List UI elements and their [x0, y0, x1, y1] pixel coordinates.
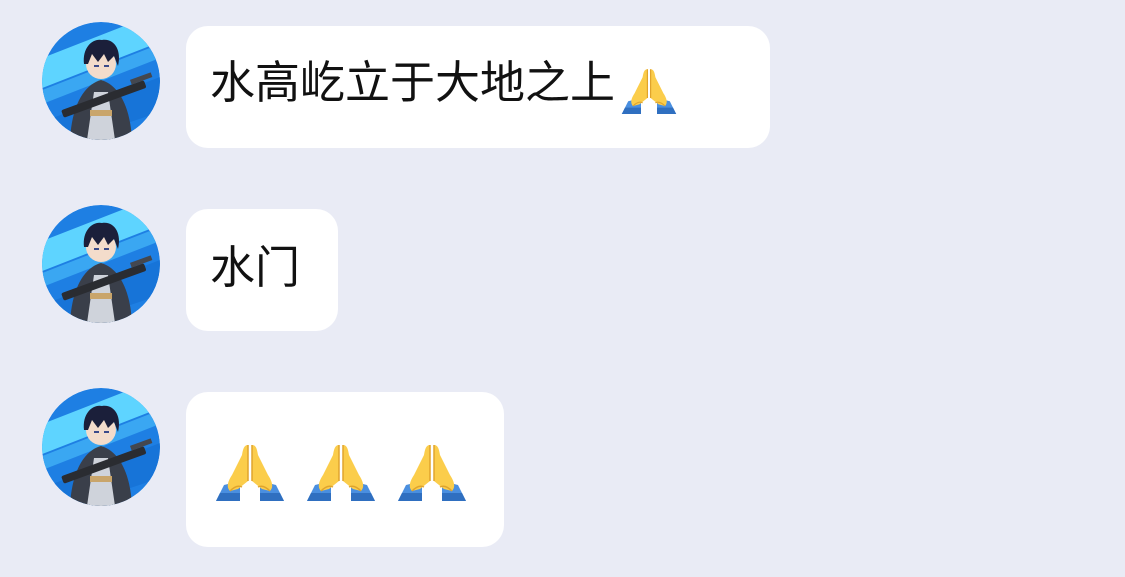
avatar-image [42, 388, 160, 506]
avatar-image [42, 205, 160, 323]
message-bubble[interactable] [186, 392, 504, 547]
message-bubble[interactable]: 水门 [186, 209, 338, 331]
avatar-image [42, 22, 160, 140]
message-text: 水高屹立于大地之上 [210, 56, 616, 109]
avatar[interactable] [42, 205, 160, 323]
emoji-row [210, 431, 484, 511]
folded-hands-icon [617, 66, 681, 114]
avatar[interactable] [42, 22, 160, 140]
message-text: 水门 [210, 241, 301, 294]
chat-message-list: 水高屹立于大地之上 水门 [0, 0, 1125, 577]
folded-hands-icon [301, 431, 381, 511]
folded-hands-icon [210, 431, 290, 511]
message-bubble[interactable]: 水高屹立于大地之上 [186, 26, 770, 148]
folded-hands-icon [392, 431, 472, 511]
avatar[interactable] [42, 388, 160, 506]
